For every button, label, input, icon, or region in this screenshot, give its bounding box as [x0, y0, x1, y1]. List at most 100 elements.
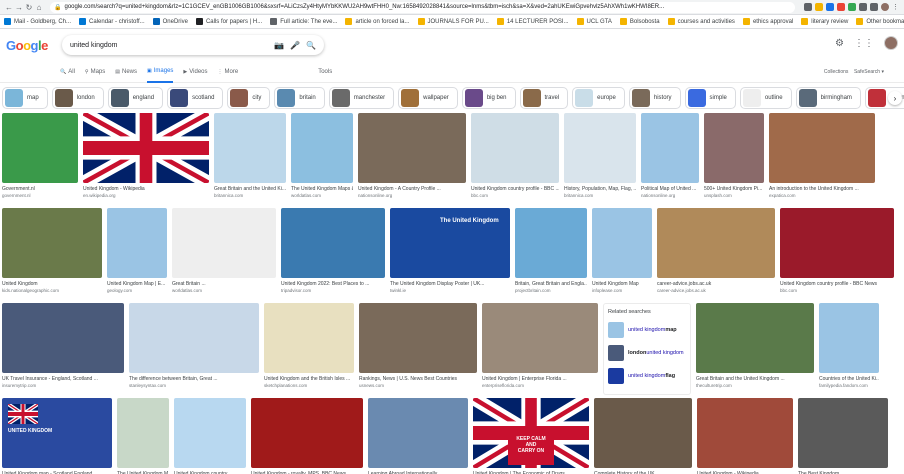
image-thumbnail[interactable]: [798, 398, 888, 468]
bookmark-item[interactable]: courses and activities: [667, 18, 735, 25]
image-result[interactable]: Political Map of United ... nationsonline…: [641, 113, 699, 205]
image-result[interactable]: United Kingdom Map | E... geology.com: [107, 208, 167, 300]
image-thumbnail[interactable]: [564, 113, 636, 183]
image-title[interactable]: United Kingdom | Enterprise Florida ...: [482, 376, 598, 382]
image-result[interactable]: United Kingdom country profile - BBC New…: [780, 208, 894, 300]
related-search-item[interactable]: united kingdom flag: [608, 367, 686, 385]
tab-more[interactable]: ⋮ More: [218, 69, 239, 75]
menu-icon[interactable]: ⋮: [892, 3, 900, 11]
tab-news[interactable]: ▤ News: [115, 69, 137, 75]
bookmark-item[interactable]: OneDrive: [152, 18, 188, 25]
image-title[interactable]: Great Britain ...: [172, 281, 276, 287]
tab-videos[interactable]: ▶ Videos: [183, 69, 207, 75]
related-chip[interactable]: city: [227, 87, 271, 109]
image-title[interactable]: career-advice.jobs.ac.uk: [657, 281, 775, 287]
related-chip[interactable]: history: [628, 87, 681, 109]
share-icon[interactable]: [804, 3, 812, 11]
image-title[interactable]: The United Kingdom Maps & ...: [291, 186, 353, 192]
image-result[interactable]: Great Britain and the United Kingdom ...…: [696, 303, 814, 395]
puzzle-icon[interactable]: [859, 3, 867, 11]
image-result[interactable]: The difference between Britain, Great ..…: [129, 303, 259, 395]
image-result[interactable]: UK Travel Insurance - England, Scotland …: [2, 303, 124, 395]
image-title[interactable]: Rankings, News | U.S. News Best Countrie…: [359, 376, 477, 382]
image-title[interactable]: Great Britain and the United Kingdom ...: [696, 376, 814, 382]
image-thumbnail[interactable]: [697, 398, 793, 468]
image-thumbnail[interactable]: [594, 398, 692, 468]
image-thumbnail[interactable]: [592, 208, 652, 278]
image-title[interactable]: The United Kingdom Display Poster | UK..…: [390, 281, 510, 287]
image-result[interactable]: United Kingdom - Wikipedia en.wikipedia.o…: [83, 113, 209, 205]
related-chip[interactable]: britain: [274, 87, 325, 109]
image-result[interactable]: Britain, Great Britain and Engla... proje…: [515, 208, 587, 300]
image-result[interactable]: Countries of the United Ki... familypedia…: [819, 303, 879, 395]
avatar[interactable]: [884, 36, 898, 50]
image-result[interactable]: United Kingdom country ...: [174, 398, 246, 474]
image-result[interactable]: UNITED KINGDOM United Kingdom map - Scotl…: [2, 398, 112, 474]
image-title[interactable]: Britain, Great Britain and Engla...: [515, 281, 587, 287]
image-result[interactable]: The United Kingdom The United Kingdom Dis…: [390, 208, 510, 300]
image-result[interactable]: Government.nl government.nl: [2, 113, 78, 205]
safesearch-link[interactable]: SafeSearch: [854, 69, 880, 75]
bookmark-item[interactable]: literary review: [801, 18, 848, 25]
image-title[interactable]: United Kingdom Map: [592, 281, 652, 287]
search-input[interactable]: united kingdom: [70, 42, 268, 49]
image-thumbnail[interactable]: [641, 113, 699, 183]
related-chip[interactable]: wallpaper: [398, 87, 458, 109]
image-thumbnail[interactable]: [281, 208, 385, 278]
search-icon[interactable]: 🔍: [306, 41, 316, 50]
address-bar[interactable]: 🔒 google.com/search?q=united+kingdom&rlz…: [50, 1, 795, 13]
image-result[interactable]: United Kingdom Map infoplease.com: [592, 208, 652, 300]
image-result[interactable]: United Kingdom - A Country Profile ... na…: [358, 113, 466, 205]
image-title[interactable]: United Kingdom 2022: Best Places to ...: [281, 281, 385, 287]
image-title[interactable]: The difference between Britain, Great ..…: [129, 376, 259, 382]
image-title[interactable]: United Kingdom and the British Isles ...: [264, 376, 354, 382]
image-title[interactable]: 500+ United Kingdom Pi...: [704, 186, 764, 192]
image-title[interactable]: United Kingdom Map | E...: [107, 281, 167, 287]
related-search-item[interactable]: london united kingdom: [608, 344, 686, 362]
image-result[interactable]: An introduction to the United Kingdom ..…: [769, 113, 875, 205]
image-thumbnail[interactable]: [769, 113, 875, 183]
image-thumbnail[interactable]: [107, 208, 167, 278]
image-result[interactable]: United Kingdom - Wikipedia: [697, 398, 793, 474]
image-title[interactable]: Government.nl: [2, 186, 78, 192]
camera-icon[interactable]: 📷: [274, 41, 284, 50]
image-title[interactable]: United Kingdom: [2, 281, 102, 287]
image-thumbnail[interactable]: [515, 208, 587, 278]
mic-icon[interactable]: 🎤: [290, 41, 300, 50]
bookmark-item[interactable]: JOURNALS FOR PU...: [417, 18, 489, 25]
image-result[interactable]: United Kingdom - royalty, MPS, BBC News: [251, 398, 363, 474]
image-thumbnail[interactable]: UNITED KINGDOM: [2, 398, 112, 468]
collections-link[interactable]: Collections: [824, 69, 848, 75]
apps-grid-icon[interactable]: ⋮⋮: [854, 38, 874, 49]
image-thumbnail[interactable]: [291, 113, 353, 183]
image-thumbnail[interactable]: [471, 113, 559, 183]
bookmark-item[interactable]: Other bookmarks: [856, 18, 904, 25]
image-result[interactable]: United Kingdom 2022: Best Places to ... t…: [281, 208, 385, 300]
image-thumbnail[interactable]: [2, 208, 102, 278]
image-thumbnail[interactable]: [2, 113, 78, 183]
image-thumbnail[interactable]: [174, 398, 246, 468]
related-chip[interactable]: europe: [572, 87, 625, 109]
image-title[interactable]: UK Travel Insurance - England, Scotland …: [2, 376, 124, 382]
image-title[interactable]: Great Britain and the United Ki...: [214, 186, 286, 192]
image-title[interactable]: History, Population, Map, Flag, ...: [564, 186, 636, 192]
google-logo[interactable]: Google: [6, 38, 56, 53]
related-chip[interactable]: big ben: [461, 87, 516, 109]
image-title[interactable]: United Kingdom country profile - BBC New…: [780, 281, 894, 287]
tab-images[interactable]: ▣ Images: [147, 61, 174, 83]
image-result[interactable]: Rankings, News | U.S. News Best Countrie…: [359, 303, 477, 395]
image-thumbnail[interactable]: [696, 303, 814, 373]
image-title[interactable]: United Kingdom - A Country Profile ...: [358, 186, 466, 192]
image-result[interactable]: Learning Abroad Internationally ...: [368, 398, 468, 474]
sidepanel-icon[interactable]: [870, 3, 878, 11]
image-result[interactable]: The United Kingdom Maps & ...worldatlas.…: [291, 113, 353, 205]
extension-icon[interactable]: [848, 3, 856, 11]
bookmark-item[interactable]: 14 LECTURER POSI...: [496, 18, 569, 25]
related-chip[interactable]: manchester: [328, 87, 395, 109]
related-search-item[interactable]: united kingdom map: [608, 321, 686, 339]
bookmark-item[interactable]: ethics approval: [742, 18, 793, 25]
image-thumbnail[interactable]: [264, 303, 354, 373]
image-thumbnail[interactable]: [2, 303, 124, 373]
chevron-right-icon[interactable]: ›: [888, 91, 902, 105]
image-result[interactable]: United Kingdom country profile - BBC ...…: [471, 113, 559, 205]
